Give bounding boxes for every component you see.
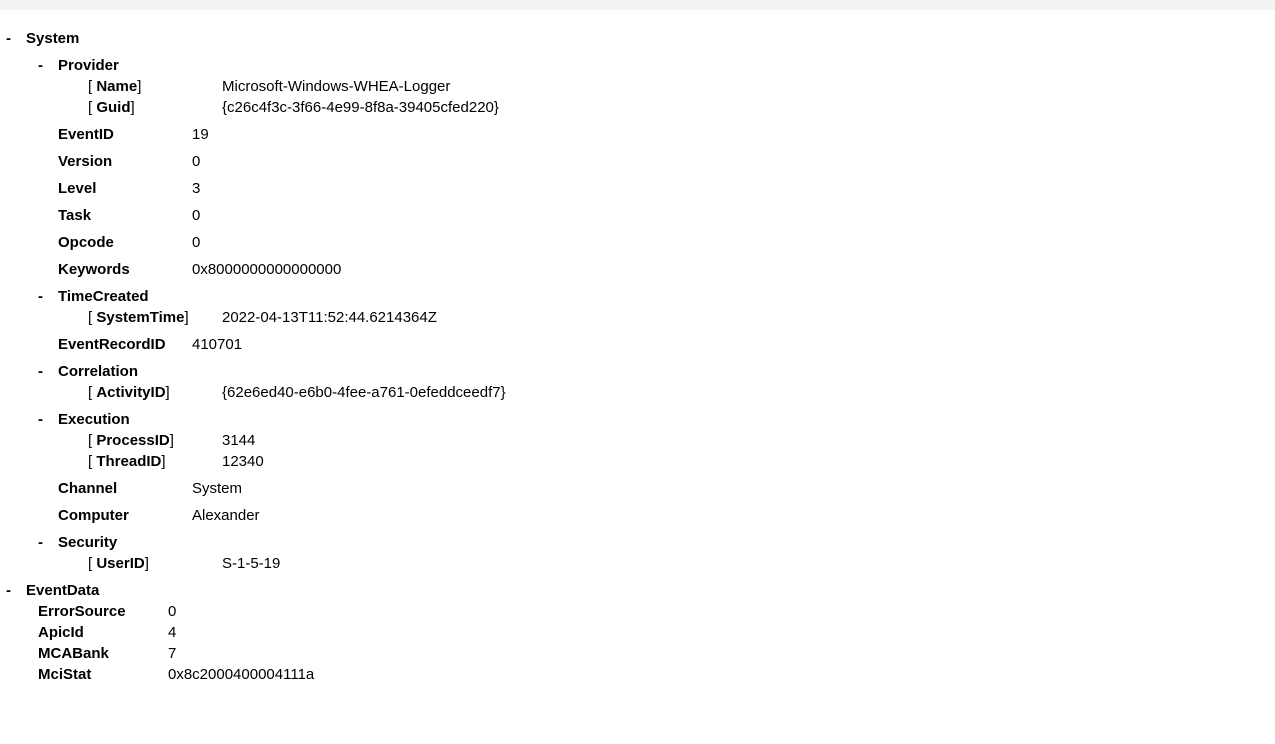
value-errorsource: 0 bbox=[168, 603, 176, 620]
row-systemtime: [ SystemTime] 2022-04-13T11:52:44.621436… bbox=[0, 309, 1275, 326]
label-provider: Provider bbox=[58, 57, 119, 74]
value-activityid: {62e6ed40-e6b0-4fee-a761-0efeddceedf7} bbox=[222, 384, 506, 401]
label-eventid: EventID bbox=[58, 126, 192, 143]
collapse-dash-icon[interactable]: - bbox=[38, 411, 58, 428]
value-eventid: 19 bbox=[192, 126, 209, 143]
label-eventrecordid: EventRecordID bbox=[58, 336, 192, 353]
row-mcabank: MCABank 7 bbox=[0, 645, 1275, 662]
group-eventdata[interactable]: - EventData bbox=[0, 582, 1275, 599]
label-version: Version bbox=[58, 153, 192, 170]
collapse-dash-icon[interactable]: - bbox=[6, 582, 26, 599]
label-system: System bbox=[26, 30, 79, 47]
label-keywords: Keywords bbox=[58, 261, 192, 278]
label-name: Name bbox=[96, 78, 137, 95]
value-mcabank: 7 bbox=[168, 645, 176, 662]
collapse-dash-icon[interactable]: - bbox=[38, 363, 58, 380]
label-userid: UserID bbox=[96, 555, 144, 572]
label-execution: Execution bbox=[58, 411, 130, 428]
label-correlation: Correlation bbox=[58, 363, 138, 380]
value-apicid: 4 bbox=[168, 624, 176, 641]
value-userid: S-1-5-19 bbox=[222, 555, 280, 572]
row-computer: Computer Alexander bbox=[0, 507, 1275, 524]
value-mcistat: 0x8c2000400004111a bbox=[168, 666, 314, 683]
value-channel: System bbox=[192, 480, 242, 497]
value-threadid: 12340 bbox=[222, 453, 264, 470]
label-opcode: Opcode bbox=[58, 234, 192, 251]
row-apicid: ApicId 4 bbox=[0, 624, 1275, 641]
value-processid: 3144 bbox=[222, 432, 255, 449]
row-activityid: [ ActivityID] {62e6ed40-e6b0-4fee-a761-0… bbox=[0, 384, 1275, 401]
group-security[interactable]: - Security bbox=[0, 534, 1275, 551]
row-errorsource: ErrorSource 0 bbox=[0, 603, 1275, 620]
row-task: Task 0 bbox=[0, 207, 1275, 224]
label-processid: ProcessID bbox=[96, 432, 169, 449]
value-task: 0 bbox=[192, 207, 200, 224]
row-keywords: Keywords 0x8000000000000000 bbox=[0, 261, 1275, 278]
collapse-dash-icon[interactable]: - bbox=[38, 534, 58, 551]
value-level: 3 bbox=[192, 180, 200, 197]
label-threadid: ThreadID bbox=[96, 453, 161, 470]
row-mcistat: MciStat 0x8c2000400004111a bbox=[0, 666, 1275, 683]
group-correlation[interactable]: - Correlation bbox=[0, 363, 1275, 380]
label-apicid: ApicId bbox=[38, 624, 168, 641]
label-security: Security bbox=[58, 534, 117, 551]
row-userid: [ UserID] S-1-5-19 bbox=[0, 555, 1275, 572]
value-computer: Alexander bbox=[192, 507, 260, 524]
label-task: Task bbox=[58, 207, 192, 224]
collapse-dash-icon[interactable]: - bbox=[6, 30, 26, 47]
row-version: Version 0 bbox=[0, 153, 1275, 170]
row-opcode: Opcode 0 bbox=[0, 234, 1275, 251]
row-provider-name: [ Name] Microsoft-Windows-WHEA-Logger bbox=[0, 78, 1275, 95]
label-timecreated: TimeCreated bbox=[58, 288, 149, 305]
label-computer: Computer bbox=[58, 507, 192, 524]
row-channel: Channel System bbox=[0, 480, 1275, 497]
label-mcistat: MciStat bbox=[38, 666, 168, 683]
row-provider-guid: [ Guid] {c26c4f3c-3f66-4e99-8f8a-39405cf… bbox=[0, 99, 1275, 116]
value-opcode: 0 bbox=[192, 234, 200, 251]
label-level: Level bbox=[58, 180, 192, 197]
label-mcabank: MCABank bbox=[38, 645, 168, 662]
row-level: Level 3 bbox=[0, 180, 1275, 197]
label-errorsource: ErrorSource bbox=[38, 603, 168, 620]
value-keywords: 0x8000000000000000 bbox=[192, 261, 341, 278]
label-eventdata: EventData bbox=[26, 582, 99, 599]
collapse-dash-icon[interactable]: - bbox=[38, 288, 58, 305]
collapse-dash-icon[interactable]: - bbox=[38, 57, 58, 74]
row-eventrecordid: EventRecordID 410701 bbox=[0, 336, 1275, 353]
value-name: Microsoft-Windows-WHEA-Logger bbox=[222, 78, 450, 95]
group-provider[interactable]: - Provider bbox=[0, 57, 1275, 74]
value-systemtime: 2022-04-13T11:52:44.6214364Z bbox=[222, 309, 437, 326]
label-systemtime: SystemTime bbox=[96, 309, 184, 326]
row-eventid: EventID 19 bbox=[0, 126, 1275, 143]
label-guid: Guid bbox=[96, 99, 130, 116]
value-guid: {c26c4f3c-3f66-4e99-8f8a-39405cfed220} bbox=[222, 99, 499, 116]
value-eventrecordid: 410701 bbox=[192, 336, 242, 353]
group-timecreated[interactable]: - TimeCreated bbox=[0, 288, 1275, 305]
row-processid: [ ProcessID] 3144 bbox=[0, 432, 1275, 449]
label-channel: Channel bbox=[58, 480, 192, 497]
row-threadid: [ ThreadID] 12340 bbox=[0, 453, 1275, 470]
group-execution[interactable]: - Execution bbox=[0, 411, 1275, 428]
window-top-strip bbox=[0, 0, 1275, 10]
value-version: 0 bbox=[192, 153, 200, 170]
group-system[interactable]: - System bbox=[0, 30, 1275, 47]
label-activityid: ActivityID bbox=[96, 384, 165, 401]
event-xml-view: - System - Provider [ Name] Microsoft-Wi… bbox=[0, 10, 1275, 683]
